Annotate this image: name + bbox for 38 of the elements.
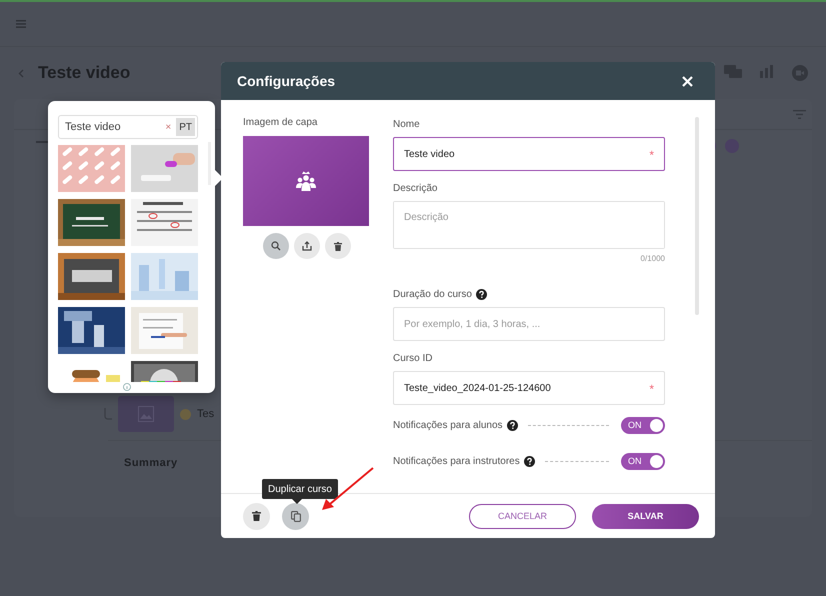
field-label: Imagem de capa — [243, 117, 318, 128]
save-button[interactable]: SALVAR — [592, 504, 699, 528]
upload-button[interactable] — [294, 233, 320, 259]
field-label: Curso ID — [393, 352, 432, 364]
field-label: Descrição — [393, 182, 438, 194]
group-icon — [295, 170, 317, 192]
status-dot — [180, 408, 191, 420]
input-field[interactable]: Por exemplo, 1 dia, 3 horas, ... — [394, 308, 664, 340]
toggle-switch[interactable]: ON — [621, 416, 665, 434]
help-icon[interactable] — [506, 420, 518, 430]
close-icon[interactable] — [682, 76, 693, 86]
trash-icon — [334, 242, 342, 250]
delete-button[interactable] — [243, 502, 270, 530]
upload-icon — [302, 241, 312, 251]
text-area[interactable]: Descrição — [394, 202, 664, 248]
field-label: Nome — [393, 118, 420, 130]
toggle-label: Notificações para instrutores — [393, 456, 520, 466]
search-button[interactable] — [263, 233, 289, 259]
field-label: Duração do curso — [393, 288, 472, 300]
tooltip: Duplicar curso — [262, 479, 338, 499]
toggle-switch[interactable]: ON — [621, 452, 665, 470]
required-mark: * — [649, 148, 654, 162]
search-field[interactable]: Teste video × PT — [58, 115, 198, 139]
help-icon[interactable] — [476, 288, 487, 300]
language-button[interactable]: PT — [176, 118, 195, 136]
image-icon — [138, 406, 154, 422]
copy-icon — [290, 510, 300, 522]
character-counter: 0/1000 — [640, 254, 665, 263]
search-icon — [271, 241, 281, 251]
cancel-button[interactable]: CANCELAR — [469, 504, 576, 528]
delete-button[interactable] — [325, 233, 351, 259]
duplicate-button[interactable] — [282, 502, 309, 530]
clear-button[interactable]: × — [165, 122, 172, 132]
required-mark: * — [649, 382, 654, 396]
trash-icon — [252, 511, 261, 521]
help-icon[interactable] — [524, 456, 535, 466]
toggle-label: Notificações para alunos — [393, 420, 503, 430]
dialog-title: Configurações — [237, 73, 336, 89]
